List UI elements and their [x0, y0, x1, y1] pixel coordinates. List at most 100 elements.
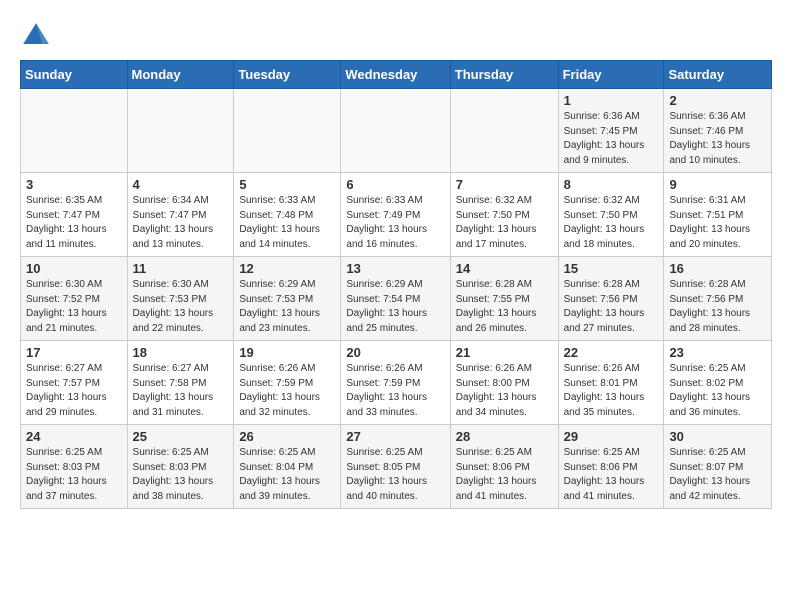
calendar-day-1: 1Sunrise: 6:36 AM Sunset: 7:45 PM Daylig…	[558, 89, 664, 173]
day-number: 4	[133, 177, 229, 192]
day-info: Sunrise: 6:36 AM Sunset: 7:46 PM Dayligh…	[669, 110, 766, 168]
day-info: Sunrise: 6:32 AM Sunset: 7:50 PM Dayligh…	[564, 194, 659, 252]
calendar-day-27: 27 Sunrise: 6:25 AM Sunset: 8:05 PM Dayli…	[341, 425, 450, 509]
day-info: Sunrise: 6:28 AM Sunset: 7:56 PM Dayligh…	[669, 278, 766, 336]
calendar-day-2: 2 Sunrise: 6:36 AM Sunset: 7:46 PM Daylig…	[664, 89, 772, 173]
calendar-day-4: 4 Sunrise: 6:34 AM Sunset: 7:47 PM Daylig…	[127, 173, 234, 257]
day-info: Sunrise: 6:33 AM Sunset: 7:49 PM Dayligh…	[346, 194, 444, 252]
day-number: 27	[346, 429, 444, 444]
day-info: Sunrise: 6:29 AM Sunset: 7:53 PM Dayligh…	[239, 278, 335, 336]
calendar-day-28: 28 Sunrise: 6:25 AM Sunset: 8:06 PM Dayli…	[450, 425, 558, 509]
day-number: 29	[564, 429, 659, 444]
calendar-day-26: 26 Sunrise: 6:25 AM Sunset: 8:04 PM Dayli…	[234, 425, 341, 509]
logo-icon	[20, 20, 52, 52]
day-info: Sunrise: 6:26 AM Sunset: 8:00 PM Dayligh…	[456, 362, 553, 420]
day-number: 14	[456, 261, 553, 276]
day-number: 28	[456, 429, 553, 444]
calendar-empty-cell	[21, 89, 128, 173]
calendar-day-3: 3 Sunrise: 6:35 AM Sunset: 7:47 PM Daylig…	[21, 173, 128, 257]
day-number: 18	[133, 345, 229, 360]
day-info: Sunrise: 6:31 AM Sunset: 7:51 PM Dayligh…	[669, 194, 766, 252]
day-number: 10	[26, 261, 122, 276]
day-info: Sunrise: 6:28 AM Sunset: 7:55 PM Dayligh…	[456, 278, 553, 336]
calendar-day-8: 8 Sunrise: 6:32 AM Sunset: 7:50 PM Daylig…	[558, 173, 664, 257]
calendar-week-row: 1Sunrise: 6:36 AM Sunset: 7:45 PM Daylig…	[21, 89, 772, 173]
day-number: 3	[26, 177, 122, 192]
day-info: Sunrise: 6:25 AM Sunset: 8:06 PM Dayligh…	[564, 446, 659, 504]
weekday-header-wednesday: Wednesday	[341, 61, 450, 89]
day-info: Sunrise: 6:25 AM Sunset: 8:04 PM Dayligh…	[239, 446, 335, 504]
day-number: 25	[133, 429, 229, 444]
day-number: 17	[26, 345, 122, 360]
calendar-day-14: 14 Sunrise: 6:28 AM Sunset: 7:55 PM Dayli…	[450, 257, 558, 341]
day-number: 15	[564, 261, 659, 276]
calendar-day-24: 24 Sunrise: 6:25 AM Sunset: 8:03 PM Dayli…	[21, 425, 128, 509]
day-number: 19	[239, 345, 335, 360]
calendar-day-9: 9Sunrise: 6:31 AM Sunset: 7:51 PM Daylig…	[664, 173, 772, 257]
day-info: Sunrise: 6:25 AM Sunset: 8:07 PM Dayligh…	[669, 446, 766, 504]
calendar-day-15: 15 Sunrise: 6:28 AM Sunset: 7:56 PM Dayli…	[558, 257, 664, 341]
weekday-header-thursday: Thursday	[450, 61, 558, 89]
day-info: Sunrise: 6:27 AM Sunset: 7:58 PM Dayligh…	[133, 362, 229, 420]
day-info: Sunrise: 6:26 AM Sunset: 8:01 PM Dayligh…	[564, 362, 659, 420]
calendar-day-18: 18 Sunrise: 6:27 AM Sunset: 7:58 PM Dayli…	[127, 341, 234, 425]
calendar-day-10: 10 Sunrise: 6:30 AM Sunset: 7:52 PM Dayli…	[21, 257, 128, 341]
calendar-day-19: 19 Sunrise: 6:26 AM Sunset: 7:59 PM Dayli…	[234, 341, 341, 425]
calendar-day-17: 17 Sunrise: 6:27 AM Sunset: 7:57 PM Dayli…	[21, 341, 128, 425]
calendar-day-5: 5 Sunrise: 6:33 AM Sunset: 7:48 PM Daylig…	[234, 173, 341, 257]
calendar-day-23: 23 Sunrise: 6:25 AM Sunset: 8:02 PM Dayli…	[664, 341, 772, 425]
page: SundayMondayTuesdayWednesdayThursdayFrid…	[0, 0, 792, 529]
calendar-day-12: 12 Sunrise: 6:29 AM Sunset: 7:53 PM Dayli…	[234, 257, 341, 341]
calendar-day-21: 21 Sunrise: 6:26 AM Sunset: 8:00 PM Dayli…	[450, 341, 558, 425]
day-number: 24	[26, 429, 122, 444]
calendar-empty-cell	[127, 89, 234, 173]
day-info: Sunrise: 6:26 AM Sunset: 7:59 PM Dayligh…	[346, 362, 444, 420]
day-number: 26	[239, 429, 335, 444]
weekday-header-friday: Friday	[558, 61, 664, 89]
calendar-week-row: 17 Sunrise: 6:27 AM Sunset: 7:57 PM Dayli…	[21, 341, 772, 425]
day-info: Sunrise: 6:25 AM Sunset: 8:02 PM Dayligh…	[669, 362, 766, 420]
day-info: Sunrise: 6:33 AM Sunset: 7:48 PM Dayligh…	[239, 194, 335, 252]
day-number: 8	[564, 177, 659, 192]
day-info: Sunrise: 6:34 AM Sunset: 7:47 PM Dayligh…	[133, 194, 229, 252]
day-info: Sunrise: 6:30 AM Sunset: 7:52 PM Dayligh…	[26, 278, 122, 336]
calendar-day-29: 29 Sunrise: 6:25 AM Sunset: 8:06 PM Dayli…	[558, 425, 664, 509]
day-info: Sunrise: 6:25 AM Sunset: 8:05 PM Dayligh…	[346, 446, 444, 504]
calendar-day-13: 13 Sunrise: 6:29 AM Sunset: 7:54 PM Dayli…	[341, 257, 450, 341]
day-info: Sunrise: 6:27 AM Sunset: 7:57 PM Dayligh…	[26, 362, 122, 420]
day-info: Sunrise: 6:28 AM Sunset: 7:56 PM Dayligh…	[564, 278, 659, 336]
calendar-day-6: 6 Sunrise: 6:33 AM Sunset: 7:49 PM Daylig…	[341, 173, 450, 257]
day-number: 22	[564, 345, 659, 360]
calendar-day-30: 30Sunrise: 6:25 AM Sunset: 8:07 PM Dayli…	[664, 425, 772, 509]
logo	[20, 20, 56, 52]
day-info: Sunrise: 6:25 AM Sunset: 8:03 PM Dayligh…	[26, 446, 122, 504]
day-number: 6	[346, 177, 444, 192]
day-info: Sunrise: 6:35 AM Sunset: 7:47 PM Dayligh…	[26, 194, 122, 252]
day-info: Sunrise: 6:26 AM Sunset: 7:59 PM Dayligh…	[239, 362, 335, 420]
calendar-table: SundayMondayTuesdayWednesdayThursdayFrid…	[20, 60, 772, 509]
weekday-header-saturday: Saturday	[664, 61, 772, 89]
day-number: 21	[456, 345, 553, 360]
calendar-week-row: 10 Sunrise: 6:30 AM Sunset: 7:52 PM Dayli…	[21, 257, 772, 341]
day-number: 16	[669, 261, 766, 276]
day-number: 1	[564, 93, 659, 108]
calendar-day-20: 20 Sunrise: 6:26 AM Sunset: 7:59 PM Dayli…	[341, 341, 450, 425]
day-number: 11	[133, 261, 229, 276]
day-number: 12	[239, 261, 335, 276]
calendar-week-row: 24 Sunrise: 6:25 AM Sunset: 8:03 PM Dayli…	[21, 425, 772, 509]
day-info: Sunrise: 6:29 AM Sunset: 7:54 PM Dayligh…	[346, 278, 444, 336]
day-number: 13	[346, 261, 444, 276]
calendar-day-22: 22 Sunrise: 6:26 AM Sunset: 8:01 PM Dayli…	[558, 341, 664, 425]
calendar-empty-cell	[450, 89, 558, 173]
weekday-header-sunday: Sunday	[21, 61, 128, 89]
weekday-header-tuesday: Tuesday	[234, 61, 341, 89]
header	[20, 16, 772, 52]
day-number: 20	[346, 345, 444, 360]
day-number: 23	[669, 345, 766, 360]
calendar-empty-cell	[341, 89, 450, 173]
day-info: Sunrise: 6:25 AM Sunset: 8:06 PM Dayligh…	[456, 446, 553, 504]
calendar-day-25: 25Sunrise: 6:25 AM Sunset: 8:03 PM Dayli…	[127, 425, 234, 509]
day-number: 2	[669, 93, 766, 108]
day-number: 5	[239, 177, 335, 192]
day-info: Sunrise: 6:32 AM Sunset: 7:50 PM Dayligh…	[456, 194, 553, 252]
